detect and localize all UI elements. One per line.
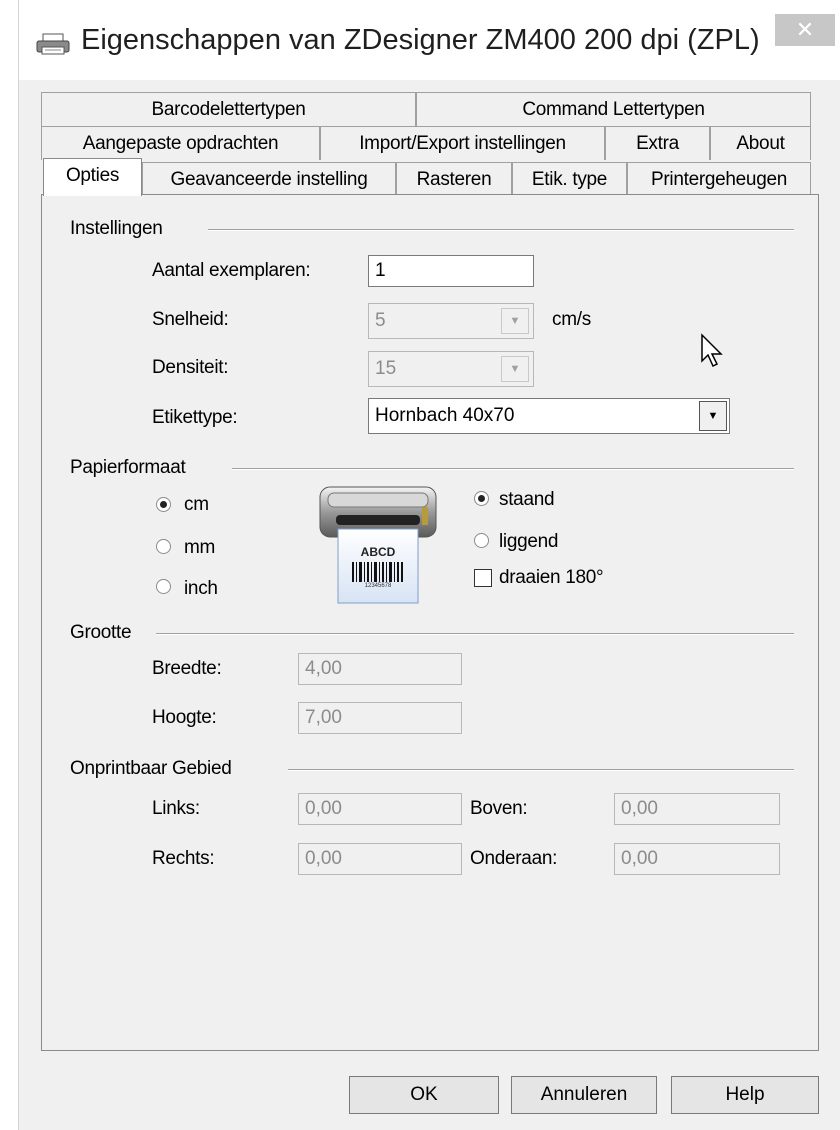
grootte-group-label: Grootte	[70, 622, 132, 643]
unit-mm-label: mm	[184, 537, 216, 558]
grootte-divider	[156, 633, 794, 635]
ok-button[interactable]: OK	[349, 1076, 499, 1114]
width-label: Breedte:	[152, 658, 222, 679]
labeltype-label: Etikettype:	[152, 407, 238, 428]
top-margin-input[interactable]	[614, 793, 780, 825]
copies-input[interactable]	[368, 255, 534, 287]
tab-printergeheugen[interactable]: Printergeheugen	[627, 162, 811, 196]
chevron-down-icon: ▼	[699, 401, 727, 431]
rotate-label: draaien 180°	[499, 567, 604, 588]
bottom-margin-label: Onderaan:	[470, 848, 558, 869]
unit-mm-radio[interactable]	[156, 539, 171, 554]
tab-rasteren[interactable]: Rasteren	[396, 162, 512, 196]
options-panel: Instellingen Aantal exemplaren: Snelheid…	[41, 194, 819, 1051]
speed-value: 5	[375, 310, 386, 331]
tab-barcodelettertypen[interactable]: Barcodelettertypen	[41, 92, 416, 126]
orientation-staand-radio[interactable]	[474, 491, 489, 506]
orientation-staand-label: staand	[499, 489, 555, 510]
instellingen-group-label: Instellingen	[70, 218, 163, 239]
density-label: Densiteit:	[152, 357, 229, 378]
barcode-icon	[352, 562, 403, 582]
tab-import-export[interactable]: Import/Export instellingen	[320, 126, 605, 160]
onprintbaar-group-label: Onprintbaar Gebied	[70, 758, 232, 779]
left-margin-label: Links:	[152, 798, 200, 819]
height-input[interactable]	[298, 702, 462, 734]
preview-barcode-number: 12345678	[364, 583, 392, 589]
left-margin-input[interactable]	[298, 793, 462, 825]
orientation-liggend-label: liggend	[499, 531, 559, 552]
chevron-down-icon: ▼	[501, 356, 529, 382]
tab-command-lettertypen[interactable]: Command Lettertypen	[416, 92, 811, 126]
tab-about[interactable]: About	[710, 126, 811, 160]
printer-icon	[36, 33, 70, 55]
onprintbaar-divider	[288, 769, 794, 771]
papierformaat-group-label: Papierformaat	[70, 457, 186, 478]
right-margin-input[interactable]	[298, 843, 462, 875]
papierformaat-divider	[232, 468, 794, 470]
instellingen-divider	[208, 229, 794, 231]
rotate-checkbox[interactable]	[474, 569, 492, 587]
speed-unit: cm/s	[552, 309, 591, 330]
mouse-cursor-icon	[701, 333, 723, 368]
title-bar[interactable]: Eigenschappen van ZDesigner ZM400 200 dp…	[19, 0, 840, 80]
copies-label: Aantal exemplaren:	[152, 260, 311, 281]
close-icon: ✕	[795, 17, 815, 42]
top-margin-label: Boven:	[470, 798, 528, 819]
tab-extra[interactable]: Extra	[605, 126, 710, 160]
printer-preview-image: ABCD 12345678	[318, 483, 438, 607]
height-label: Hoogte:	[152, 707, 217, 728]
speed-label: Snelheid:	[152, 309, 229, 330]
window-title: Eigenschappen van ZDesigner ZM400 200 dp…	[81, 24, 760, 56]
unit-inch-label: inch	[184, 578, 218, 599]
tab-opties[interactable]: Opties	[43, 158, 142, 196]
speed-select[interactable]: 5 ▼	[368, 303, 534, 339]
printer-properties-dialog: Eigenschappen van ZDesigner ZM400 200 dp…	[18, 0, 840, 1130]
tab-geavanceerde-instelling[interactable]: Geavanceerde instelling	[142, 162, 396, 196]
labeltype-select[interactable]: Hornbach 40x70 ▼	[368, 398, 730, 434]
chevron-down-icon: ▼	[501, 308, 529, 334]
density-select[interactable]: 15 ▼	[368, 351, 534, 387]
tab-aangepaste-opdrachten[interactable]: Aangepaste opdrachten	[41, 126, 320, 160]
bottom-margin-input[interactable]	[614, 843, 780, 875]
tab-etik-type[interactable]: Etik. type	[512, 162, 627, 196]
help-button[interactable]: Help	[671, 1076, 819, 1114]
labeltype-value: Hornbach 40x70	[375, 405, 515, 426]
orientation-liggend-radio[interactable]	[474, 533, 489, 548]
unit-inch-radio[interactable]	[156, 579, 171, 594]
unit-cm-label: cm	[184, 494, 209, 515]
cancel-button[interactable]: Annuleren	[511, 1076, 657, 1114]
width-input[interactable]	[298, 653, 462, 685]
preview-label-text: ABCD	[360, 545, 396, 559]
unit-cm-radio[interactable]	[156, 497, 171, 512]
close-button[interactable]: ✕	[775, 14, 835, 46]
density-value: 15	[375, 358, 397, 379]
right-margin-label: Rechts:	[152, 848, 215, 869]
